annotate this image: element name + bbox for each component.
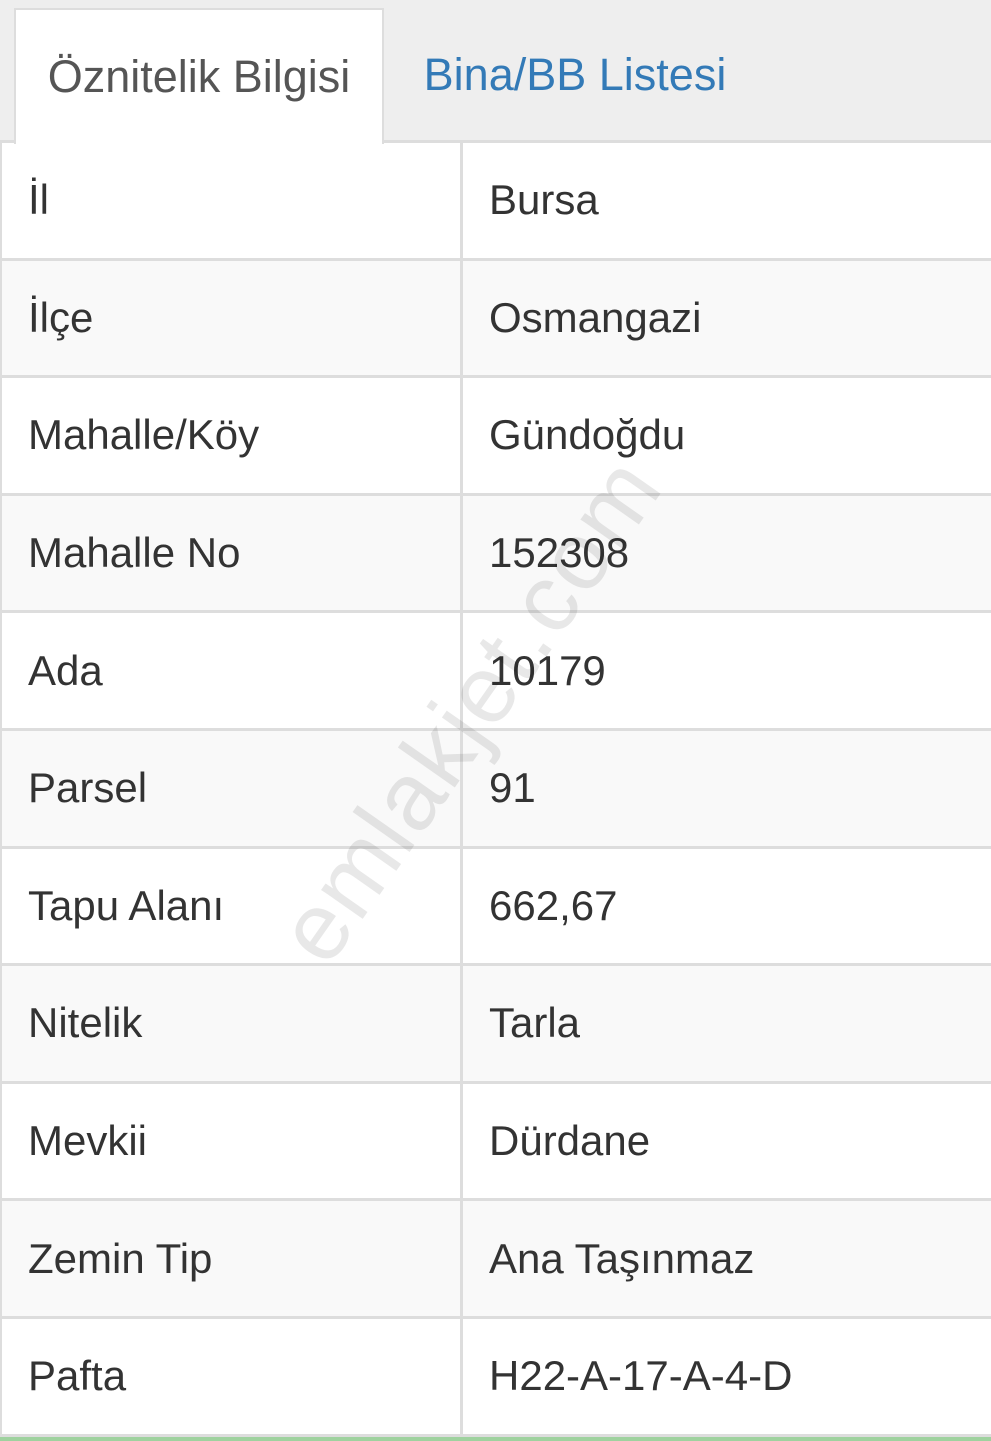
- tab-label: Öznitelik Bilgisi: [47, 51, 351, 102]
- attribute-table: İl Bursa İlçe Osmangazi Mahalle/Köy Günd…: [0, 141, 991, 1437]
- row-value: Gündoğdu: [489, 411, 686, 459]
- table-row: İl Bursa: [2, 143, 991, 261]
- row-label: İlçe: [2, 260, 463, 376]
- table-row: Mahalle No 152308: [2, 495, 991, 614]
- row-value: H22-A-17-A-4-D: [489, 1352, 793, 1400]
- row-label: Mahalle/Köy: [2, 378, 463, 493]
- row-value: Osmangazi: [489, 293, 702, 341]
- row-value: 662,67: [489, 881, 618, 929]
- tab-oznitelik-bilgisi[interactable]: Öznitelik Bilgisi: [14, 8, 384, 144]
- row-label: Parsel: [2, 730, 463, 846]
- tab-bar: Öznitelik Bilgisi Bina/BB Listesi: [0, 0, 991, 144]
- tab-bina-bb-listesi[interactable]: Bina/BB Listesi: [400, 8, 750, 142]
- tab-label: Bina/BB Listesi: [423, 49, 727, 100]
- row-value: 91: [489, 764, 536, 812]
- row-label: Zemin Tip: [2, 1201, 463, 1316]
- table-row: Mevkii Dürdane: [2, 1083, 991, 1202]
- table-row: Tapu Alanı 662,67: [2, 848, 991, 967]
- row-label: Ada: [2, 613, 463, 728]
- table-row: Ada 10179: [2, 613, 991, 731]
- row-value: 152308: [489, 529, 630, 577]
- row-value: Bursa: [489, 176, 599, 224]
- table-row: İlçe Osmangazi: [2, 260, 991, 379]
- row-label: İl: [2, 143, 463, 258]
- bottom-divider: [0, 1437, 991, 1441]
- table-row: Mahalle/Köy Gündoğdu: [2, 378, 991, 496]
- row-label: Tapu Alanı: [2, 848, 463, 964]
- row-value: 10179: [489, 646, 606, 694]
- table-row: Parsel 91: [2, 730, 991, 849]
- row-label: Mahalle No: [2, 495, 463, 611]
- row-label: Nitelik: [2, 966, 463, 1081]
- row-value: Ana Taşınmaz: [489, 1234, 755, 1282]
- row-label: Pafta: [2, 1318, 463, 1434]
- row-label: Mevkii: [2, 1083, 463, 1199]
- table-row: Nitelik Tarla: [2, 966, 991, 1084]
- row-value: Tarla: [489, 999, 581, 1047]
- table-row: Zemin Tip Ana Taşınmaz: [2, 1201, 991, 1319]
- row-value: Dürdane: [489, 1117, 651, 1165]
- table-row: Pafta H22-A-17-A-4-D: [2, 1318, 991, 1437]
